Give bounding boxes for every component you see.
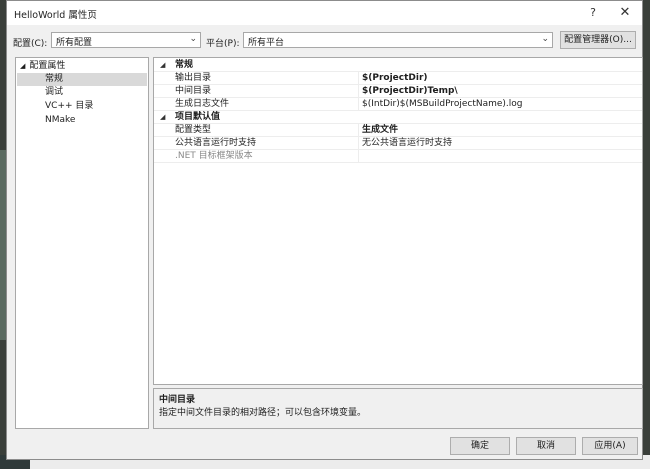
description-pane: 中间目录 指定中间文件目录的相对路径；可以包含环境变量。	[153, 388, 643, 429]
property-value[interactable]: $(ProjectDir)	[362, 72, 428, 84]
property-row-intermediate-dir[interactable]: 中间目录 $(ProjectDir)Temp\	[154, 85, 642, 98]
column-divider	[358, 150, 359, 162]
config-combo-value: 所有配置	[56, 38, 93, 48]
platform-combo[interactable]: 所有平台 ⌄	[243, 32, 553, 48]
property-value[interactable]: 无公共语言运行时支持	[362, 137, 452, 149]
property-tree: ◢ 配置属性 常规 调试 VC++ 目录 NMake	[15, 57, 149, 429]
column-divider	[358, 124, 359, 136]
property-row-dotnet-target[interactable]: .NET 目标框架版本	[154, 150, 642, 163]
collapse-icon[interactable]: ◢	[160, 111, 165, 124]
property-pages-dialog: HelloWorld 属性页 ? ✕ 配置(C): 所有配置 ⌄ 平台(P): …	[6, 0, 643, 460]
window-title: HelloWorld 属性页	[14, 10, 97, 21]
collapse-icon[interactable]: ◢	[160, 59, 165, 72]
tree-root-config-properties[interactable]: ◢ 配置属性	[20, 60, 65, 73]
tree-item-vc-directories[interactable]: VC++ 目录	[45, 100, 93, 113]
tree-item-label: 常规	[45, 74, 64, 84]
tree-item-nmake[interactable]: NMake	[45, 114, 75, 127]
property-name: 配置类型	[175, 125, 212, 135]
platform-combo-value: 所有平台	[248, 38, 285, 48]
platform-label: 平台(P):	[206, 39, 240, 49]
tree-item-label: NMake	[45, 115, 76, 125]
apply-button[interactable]: 应用(A)	[582, 437, 638, 455]
chevron-down-icon: ⌄	[189, 34, 197, 44]
property-value[interactable]: 生成文件	[362, 124, 398, 136]
property-row-config-type[interactable]: 配置类型 生成文件	[154, 124, 642, 137]
cancel-button[interactable]: 取消	[516, 437, 576, 455]
collapse-triangle-icon[interactable]: ◢	[20, 62, 25, 70]
category-general[interactable]: ◢ 常规	[154, 59, 642, 72]
tree-item-general[interactable]: 常规	[17, 73, 147, 86]
property-name: 输出目录	[175, 73, 212, 83]
tree-item-label: VC++ 目录	[45, 101, 94, 111]
property-grid: ◢ 常规 输出目录 $(ProjectDir) 中间目录 $(ProjectDi…	[153, 57, 643, 385]
column-divider	[358, 137, 359, 149]
property-name: .NET 目标框架版本	[175, 151, 253, 161]
property-value[interactable]: $(ProjectDir)Temp\	[362, 85, 458, 97]
property-name: 中间目录	[175, 86, 212, 96]
tree-item-debugging[interactable]: 调试	[45, 86, 63, 99]
property-row-build-log[interactable]: 生成日志文件 $(IntDir)$(MSBuildProjectName).lo…	[154, 98, 642, 111]
property-name: 生成日志文件	[175, 99, 230, 109]
config-combo[interactable]: 所有配置 ⌄	[51, 32, 201, 48]
category-label: 项目默认值	[175, 112, 221, 122]
tree-item-label: 调试	[45, 87, 64, 97]
help-icon[interactable]: ?	[580, 4, 606, 22]
title-bar: HelloWorld 属性页 ? ✕	[7, 1, 642, 25]
tree-root-label: 配置属性	[29, 61, 66, 71]
description-text: 指定中间文件目录的相对路径；可以包含环境变量。	[159, 408, 367, 418]
column-divider	[358, 72, 359, 84]
property-row-output-dir[interactable]: 输出目录 $(ProjectDir)	[154, 72, 642, 85]
close-icon[interactable]: ✕	[612, 4, 638, 22]
column-divider	[358, 98, 359, 110]
chevron-down-icon: ⌄	[541, 34, 549, 44]
config-manager-button[interactable]: 配置管理器(O)...	[560, 31, 636, 49]
property-value[interactable]: $(IntDir)$(MSBuildProjectName).log	[362, 98, 523, 110]
ok-button[interactable]: 确定	[450, 437, 510, 455]
config-label: 配置(C):	[13, 39, 48, 49]
property-row-clr-support[interactable]: 公共语言运行时支持 无公共语言运行时支持	[154, 137, 642, 150]
property-name: 公共语言运行时支持	[175, 138, 257, 148]
description-title: 中间目录	[159, 395, 196, 405]
category-label: 常规	[175, 60, 194, 70]
column-divider	[358, 85, 359, 97]
category-project-defaults[interactable]: ◢ 项目默认值	[154, 111, 642, 124]
